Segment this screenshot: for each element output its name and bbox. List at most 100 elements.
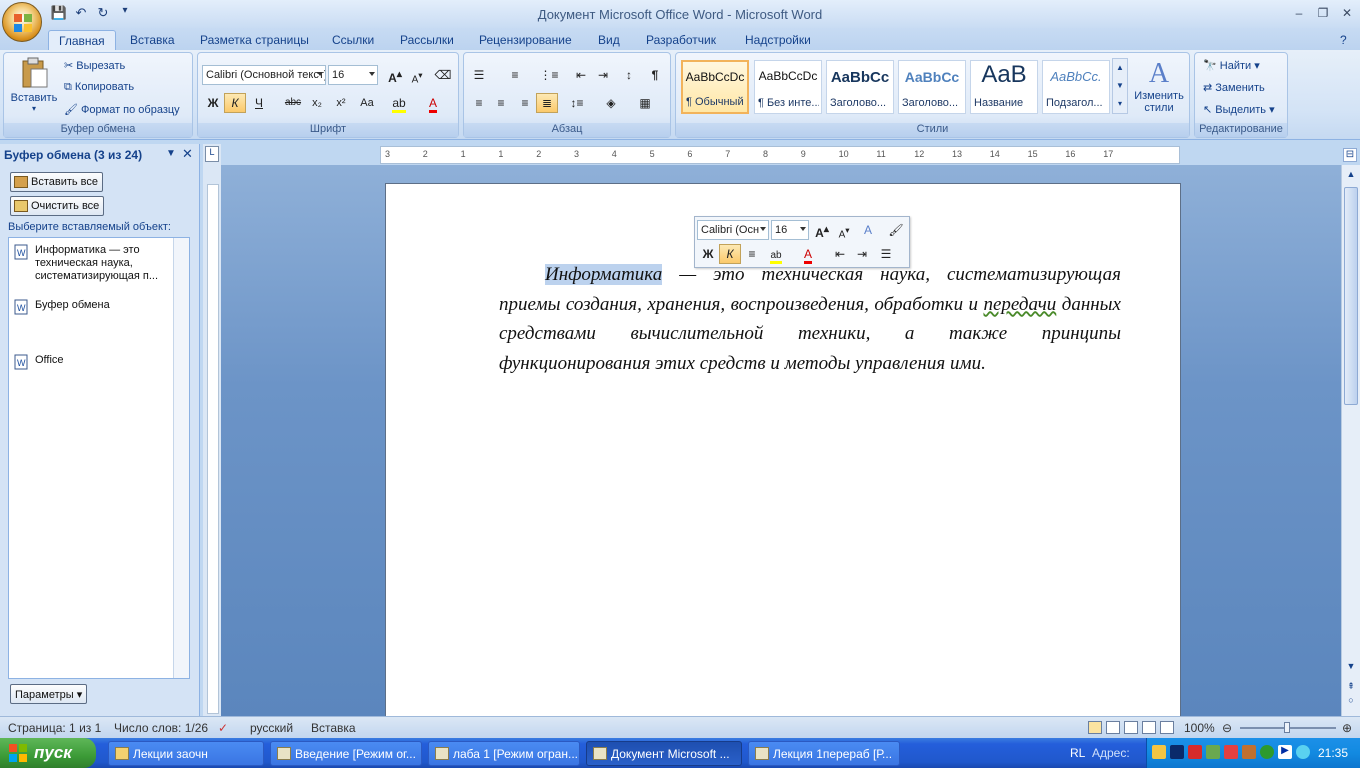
increase-indent-icon[interactable]: ⇥ [592,65,614,85]
tab-addins[interactable]: Надстройки [735,30,821,50]
sort-icon[interactable]: ↕ [618,65,640,85]
taskbar-item[interactable]: Лекции заочн [108,741,264,766]
tab-references[interactable]: Ссылки [322,30,384,50]
view-ruler-icon[interactable]: ⊟ [1343,148,1357,162]
scroll-thumb[interactable] [1344,187,1358,405]
tray-app-icon[interactable] [1206,745,1220,759]
line-spacing-icon[interactable]: ↕≡ [566,93,588,113]
styles-scroll-icon[interactable]: ▲ ▼ ▾ [1112,58,1128,114]
mini-format-painter-icon[interactable]: 🖌 [885,220,907,240]
taskbar-item-active[interactable]: Документ Microsoft ... [586,741,742,766]
style-heading-1[interactable]: AaBbCc Заголово... [826,60,894,114]
style-no-spacing[interactable]: AaBbCcDc ¶ Без инте... [754,60,822,114]
tray-antivirus-icon[interactable] [1224,745,1238,759]
clear-format-icon[interactable]: ⌫ [432,65,454,85]
taskbar-item[interactable]: Лекция 1перераб [Р... [748,741,900,766]
mini-font-combo[interactable]: Calibri (Осн [697,220,769,240]
document-text[interactable]: Информатика — это техническая наука, сис… [499,260,1121,378]
mini-increase-indent-icon[interactable]: ⇥ [851,244,873,264]
office-button[interactable] [2,2,42,42]
bold-button[interactable]: Ж [202,93,224,113]
change-styles-button[interactable]: A Изменить стили [1132,58,1186,122]
subscript-button[interactable]: x₂ [306,93,328,113]
font-name-combo[interactable]: Calibri (Основной текст) [202,65,326,85]
page-count[interactable]: Страница: 1 из 1 [8,721,101,735]
decrease-indent-icon[interactable]: ⇤ [570,65,592,85]
mini-highlight-icon[interactable]: ab [765,244,787,264]
tab-page-layout[interactable]: Разметка страницы [190,30,319,50]
tray-app-icon[interactable] [1188,745,1202,759]
mini-styles-icon[interactable]: A [857,220,879,240]
zoom-out-icon[interactable]: ⊖ [1222,721,1232,735]
mini-bullets-icon[interactable]: ☰ [875,244,897,264]
shrink-font-button[interactable]: A▾ [406,65,428,85]
underline-button[interactable]: Ч [248,93,270,113]
tab-developer[interactable]: Разработчик [636,30,726,50]
web-layout-icon[interactable] [1124,721,1138,734]
strikethrough-button[interactable]: abc [282,93,304,113]
horizontal-ruler[interactable]: 3 2 1 1 2 3 4 5 6 7 8 9 10 11 12 13 14 15 16 17 [380,146,1180,164]
clip-item[interactable]: W Office [13,354,171,370]
style-subtitle[interactable]: AaBbCc. Подзагол... [1042,60,1110,114]
pane-close-icon[interactable]: ✕ [182,146,193,162]
mini-size-combo[interactable]: 16 [771,220,809,240]
show-marks-icon[interactable]: ¶ [644,65,666,85]
mini-font-color-icon[interactable]: A [797,244,819,264]
multilevel-list-icon[interactable]: ⋮≡ [538,65,560,85]
redo-icon[interactable]: ↻ [94,5,112,21]
reading-layout-icon[interactable] [1106,721,1120,734]
tray-app-icon[interactable] [1242,745,1256,759]
tray-folder-icon[interactable] [1152,745,1166,759]
style-normal[interactable]: AaBbCcDc ¶ Обычный [681,60,749,114]
language-indicator[interactable]: русский [250,721,293,735]
options-button[interactable]: Параметры ▾ [10,684,88,704]
mini-bold-button[interactable]: Ж [697,244,719,264]
align-right-icon[interactable]: ≡ [514,93,536,113]
clip-item[interactable]: W Информатика — это техническая наука, си… [13,244,171,283]
tray-status-icon[interactable] [1260,745,1274,759]
taskbar-item[interactable]: Введение [Режим ог... [270,741,422,766]
font-color-icon[interactable]: A [422,93,444,113]
borders-icon[interactable]: ▦ [634,93,656,113]
tab-insert[interactable]: Вставка [120,30,185,50]
undo-icon[interactable]: ↶ [72,5,90,21]
outline-icon[interactable] [1142,721,1156,734]
help-icon[interactable]: ? [1338,30,1349,50]
tab-view[interactable]: Вид [588,30,630,50]
vertical-scrollbar[interactable]: ▲ ▼ ⇞ ○ [1341,165,1360,716]
scroll-down-icon[interactable]: ▼ [1344,661,1358,675]
cut-button[interactable]: ✂ Вырезать [64,59,125,72]
change-case-button[interactable]: Aa [356,93,378,113]
mini-italic-button[interactable]: К [719,244,741,264]
word-count[interactable]: Число слов: 1/26 [114,721,208,735]
zoom-in-icon[interactable]: ⊕ [1342,721,1352,735]
mini-center-icon[interactable]: ≡ [741,244,763,264]
highlight-icon[interactable]: ab [388,93,410,113]
proofing-icon[interactable]: ✓ [218,721,228,735]
close-button[interactable]: ✕ [1338,6,1356,20]
grow-font-button[interactable]: A▴ [384,65,406,85]
superscript-button[interactable]: x² [330,93,352,113]
start-button[interactable]: пуск [0,738,96,768]
draft-icon[interactable] [1160,721,1174,734]
select-button[interactable]: ↖ Выделить ▾ [1203,103,1275,116]
tab-review[interactable]: Рецензирование [469,30,582,50]
style-title[interactable]: AaB Название [970,60,1038,114]
copy-button[interactable]: ⧉ Копировать [64,81,134,94]
justify-icon[interactable]: ≣ [536,93,558,113]
shading-icon[interactable]: ◈ [600,93,622,113]
clip-item[interactable]: W Буфер обмена [13,299,171,315]
tab-home[interactable]: Главная [48,30,116,50]
prev-page-icon[interactable]: ⇞ [1344,681,1358,695]
find-button[interactable]: 🔭 Найти ▾ [1203,59,1260,72]
insert-mode[interactable]: Вставка [311,721,356,735]
minimize-button[interactable]: – [1290,6,1308,20]
save-icon[interactable]: 💾 [50,5,68,21]
zoom-level[interactable]: 100% [1184,721,1215,735]
mini-decrease-indent-icon[interactable]: ⇤ [829,244,851,264]
browse-object-icon[interactable]: ○ [1344,695,1358,709]
tray-search-icon[interactable] [1296,745,1310,759]
tray-network-icon[interactable] [1170,745,1184,759]
pane-menu-icon[interactable]: ▼ [166,148,176,159]
font-size-combo[interactable]: 16 [328,65,378,85]
